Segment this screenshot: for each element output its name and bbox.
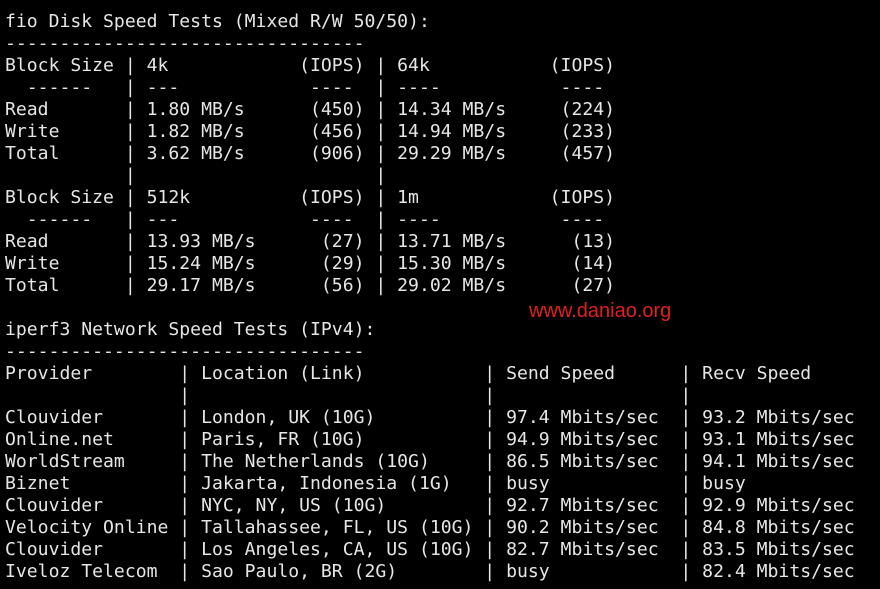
iperf3-row: Online.net | Paris, FR (10G) | 94.9 Mbit… <box>5 429 855 450</box>
iperf3-row: Velocity Online | Tallahassee, FL, US (1… <box>5 517 855 538</box>
fio-table2-row-total: Total | 29.17 MB/s (56) | 29.02 MB/s (27… <box>5 275 616 296</box>
iperf3-row: WorldStream | The Netherlands (10G) | 86… <box>5 451 855 472</box>
terminal-line-blank-top <box>5 0 880 11</box>
fio-table-spacer: | | <box>5 165 387 186</box>
iperf3-row: Clouvider | Los Angeles, CA, US (10G) | … <box>5 539 855 560</box>
iperf3-row: Iveloz Telecom | Sao Paulo, BR (2G) | bu… <box>5 561 855 582</box>
iperf3-table-spacer: | | | <box>5 385 692 406</box>
iperf3-row: Clouvider | London, UK (10G) | 97.4 Mbit… <box>5 407 855 428</box>
fio-table1-row-read: Read | 1.80 MB/s (450) | 14.34 MB/s (224… <box>5 99 616 120</box>
fio-table2-row-write: Write | 15.24 MB/s (29) | 15.30 MB/s (14… <box>5 253 616 274</box>
fio-title-underline: --------------------------------- <box>5 33 365 54</box>
fio-table1-row-total: Total | 3.62 MB/s (906) | 29.29 MB/s (45… <box>5 143 616 164</box>
fio-table1-separator: ------ | --- ---- | ---- ---- <box>5 77 605 98</box>
iperf3-title-underline: --------------------------------- <box>5 341 365 362</box>
iperf3-row: Clouvider | NYC, NY, US (10G) | 92.7 Mbi… <box>5 495 855 516</box>
fio-table2-row-read: Read | 13.93 MB/s (27) | 13.71 MB/s (13) <box>5 231 616 252</box>
fio-table2-separator: ------ | --- ---- | ---- ---- <box>5 209 605 230</box>
fio-section-title: fio Disk Speed Tests (Mixed R/W 50/50): <box>5 11 430 32</box>
terminal-output: fio Disk Speed Tests (Mixed R/W 50/50): -… <box>0 0 880 589</box>
watermark-text: www.daniao.org <box>529 300 672 322</box>
fio-table1-header: Block Size | 4k (IOPS) | 64k (IOPS) <box>5 55 616 76</box>
fio-table2-header: Block Size | 512k (IOPS) | 1m (IOPS) <box>5 187 616 208</box>
fio-table1-row-write: Write | 1.82 MB/s (456) | 14.94 MB/s (23… <box>5 121 616 142</box>
iperf3-row: Biznet | Jakarta, Indonesia (1G) | busy … <box>5 473 746 494</box>
iperf3-table-header: Provider | Location (Link) | Send Speed … <box>5 363 812 384</box>
iperf3-section-title: iperf3 Network Speed Tests (IPv4): <box>5 319 376 340</box>
